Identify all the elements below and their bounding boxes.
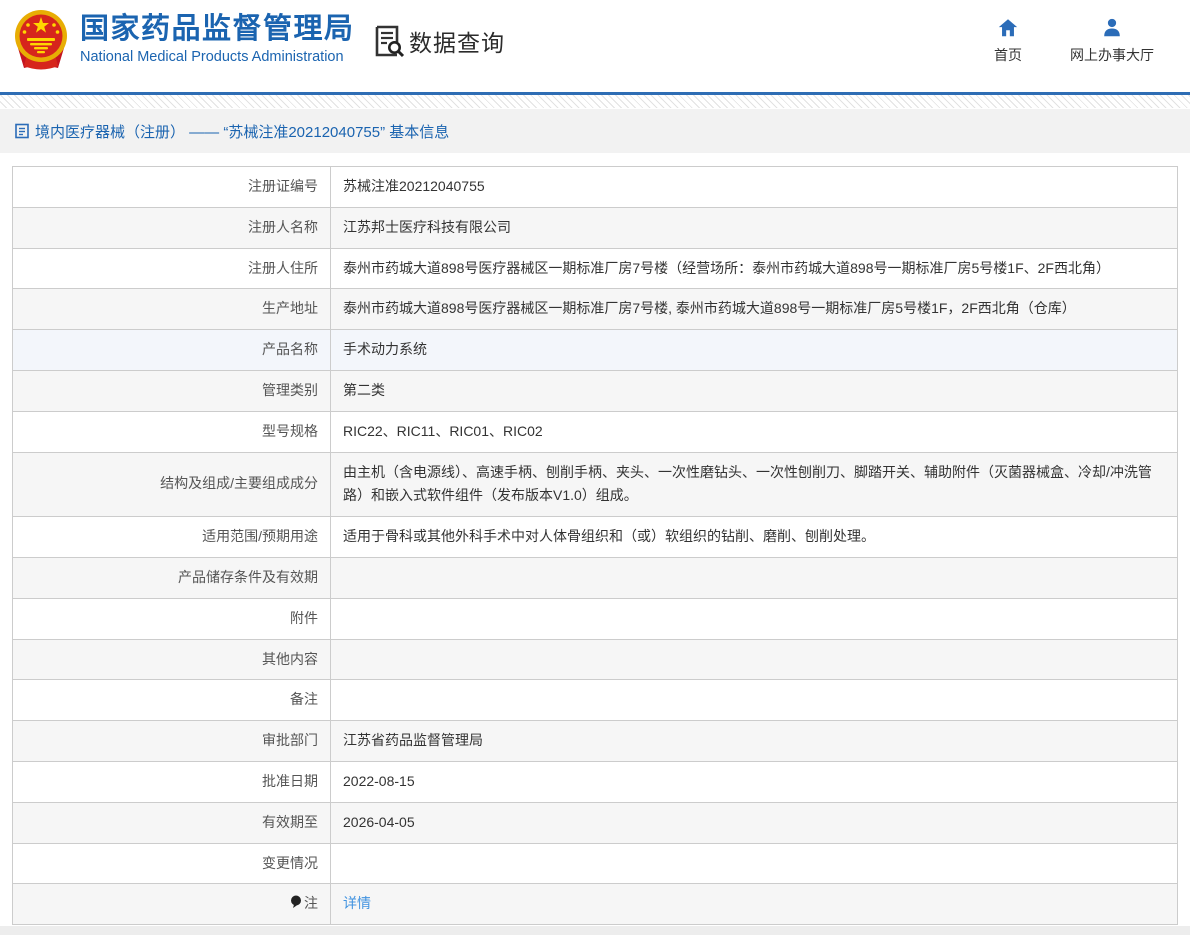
- nav-home-label: 首页: [994, 45, 1022, 65]
- row-label-text: 变更情况: [262, 855, 318, 871]
- row-label-text: 注: [304, 895, 318, 911]
- table-row: 产品名称手术动力系统: [13, 330, 1178, 371]
- row-label: 产品储存条件及有效期: [13, 557, 331, 598]
- table-row: 管理类别第二类: [13, 370, 1178, 411]
- row-label: 变更情况: [13, 843, 331, 884]
- row-label: 注册人名称: [13, 207, 331, 248]
- site-title-block: 国家药品监督管理局 National Medical Products Admi…: [80, 13, 355, 65]
- row-label: 审批部门: [13, 721, 331, 762]
- row-label-text: 结构及组成/主要组成成分: [160, 475, 318, 491]
- row-value: 手术动力系统: [331, 330, 1178, 371]
- row-label: 适用范围/预期用途: [13, 517, 331, 558]
- table-row: 变更情况: [13, 843, 1178, 884]
- table-row: 注册人名称江苏邦士医疗科技有限公司: [13, 207, 1178, 248]
- data-query-header: 数据查询: [373, 24, 505, 58]
- person-icon: [1101, 17, 1123, 39]
- table-row: 注册证编号苏械注准20212040755: [13, 167, 1178, 208]
- table-row: 其他内容: [13, 639, 1178, 680]
- row-value: [331, 843, 1178, 884]
- breadcrumb: 境内医疗器械（注册） —— “苏械注准20212040755” 基本信息: [0, 109, 1190, 153]
- row-label-text: 产品名称: [262, 341, 318, 357]
- row-value: 适用于骨科或其他外科手术中对人体骨组织和（或）软组织的钻削、磨削、刨削处理。: [331, 517, 1178, 558]
- site-title: 国家药品监督管理局: [80, 13, 355, 46]
- row-label-text: 型号规格: [262, 423, 318, 439]
- row-value: 详情: [331, 884, 1178, 925]
- row-label: 注册人住所: [13, 248, 331, 289]
- table-row: 生产地址泰州市药城大道898号医疗器械区一期标准厂房7号楼, 泰州市药城大道89…: [13, 289, 1178, 330]
- breadcrumb-text: 境内医疗器械（注册） —— “苏械注准20212040755” 基本信息: [35, 121, 449, 142]
- table-row: 审批部门江苏省药品监督管理局: [13, 721, 1178, 762]
- row-label-text: 批准日期: [262, 773, 318, 789]
- registration-info-section: 注册证编号苏械注准20212040755注册人名称江苏邦士医疗科技有限公司注册人…: [0, 153, 1190, 925]
- row-label: 注册证编号: [13, 167, 331, 208]
- table-row: 批准日期 2022-08-15: [13, 761, 1178, 802]
- row-label-text: 其他内容: [262, 651, 318, 667]
- row-label: 生产地址: [13, 289, 331, 330]
- row-label-text: 有效期至: [262, 814, 318, 830]
- row-label-text: 注册人名称: [248, 219, 318, 235]
- table-row: 附件: [13, 598, 1178, 639]
- row-label-text: 注册人住所: [248, 260, 318, 276]
- row-label-text: 产品储存条件及有效期: [178, 569, 318, 585]
- row-label: 其他内容: [13, 639, 331, 680]
- hatch-pattern-band: [0, 95, 1190, 108]
- row-value: 泰州市药城大道898号医疗器械区一期标准厂房7号楼（经营场所：泰州市药城大道89…: [331, 248, 1178, 289]
- page-header: 国家药品监督管理局 National Medical Products Admi…: [0, 0, 1190, 92]
- row-value: 苏械注准20212040755: [331, 167, 1178, 208]
- row-label-text: 审批部门: [262, 732, 318, 748]
- header-nav: 首页 网上办事大厅: [994, 17, 1154, 65]
- info-table-body: 注册证编号苏械注准20212040755注册人名称江苏邦士医疗科技有限公司注册人…: [13, 167, 1178, 925]
- row-value: 泰州市药城大道898号医疗器械区一期标准厂房7号楼, 泰州市药城大道898号一期…: [331, 289, 1178, 330]
- row-label: 备注: [13, 680, 331, 721]
- table-row: 备注: [13, 680, 1178, 721]
- row-label: 注: [13, 884, 331, 925]
- table-row: 型号规格 RIC22、RIC11、RIC01、RIC02: [13, 411, 1178, 452]
- row-label: 有效期至: [13, 802, 331, 843]
- row-label: 型号规格: [13, 411, 331, 452]
- row-value: 江苏邦士医疗科技有限公司: [331, 207, 1178, 248]
- row-label-text: 生产地址: [262, 300, 318, 316]
- row-value: [331, 639, 1178, 680]
- row-value: 2026-04-05: [331, 802, 1178, 843]
- page-bottom-strip: [0, 926, 1190, 935]
- national-emblem-logo: [10, 8, 72, 72]
- row-value: 江苏省药品监督管理局: [331, 721, 1178, 762]
- balloon-note-icon: [290, 895, 302, 909]
- detail-link[interactable]: 详情: [343, 895, 371, 911]
- nav-online-hall-label: 网上办事大厅: [1070, 45, 1154, 65]
- row-label-text: 附件: [290, 610, 318, 626]
- form-list-icon: [14, 123, 30, 139]
- row-label-text: 管理类别: [262, 382, 318, 398]
- table-row: 结构及组成/主要组成成分由主机（含电源线）、高速手柄、刨削手柄、夹头、一次性磨钻…: [13, 452, 1178, 517]
- row-label-text: 注册证编号: [248, 178, 318, 194]
- document-search-icon: [373, 24, 405, 58]
- table-row: 产品储存条件及有效期: [13, 557, 1178, 598]
- row-label: 附件: [13, 598, 331, 639]
- row-value: [331, 557, 1178, 598]
- table-row: 注册人住所泰州市药城大道898号医疗器械区一期标准厂房7号楼（经营场所：泰州市药…: [13, 248, 1178, 289]
- registration-info-table: 注册证编号苏械注准20212040755注册人名称江苏邦士医疗科技有限公司注册人…: [12, 166, 1178, 925]
- row-value: [331, 598, 1178, 639]
- nav-home[interactable]: 首页: [994, 17, 1022, 65]
- row-label: 结构及组成/主要组成成分: [13, 452, 331, 517]
- row-value: 第二类: [331, 370, 1178, 411]
- row-value: RIC22、RIC11、RIC01、RIC02: [331, 411, 1178, 452]
- table-row: 注 详情: [13, 884, 1178, 925]
- row-value: [331, 680, 1178, 721]
- site-subtitle: National Medical Products Administration: [80, 49, 355, 65]
- row-value: 2022-08-15: [331, 761, 1178, 802]
- data-query-label: 数据查询: [409, 24, 505, 58]
- nav-online-hall[interactable]: 网上办事大厅: [1070, 17, 1154, 65]
- row-label: 产品名称: [13, 330, 331, 371]
- row-label-text: 适用范围/预期用途: [202, 528, 318, 544]
- row-label: 批准日期: [13, 761, 331, 802]
- table-row: 适用范围/预期用途适用于骨科或其他外科手术中对人体骨组织和（或）软组织的钻削、磨…: [13, 517, 1178, 558]
- row-value: 由主机（含电源线）、高速手柄、刨削手柄、夹头、一次性磨钻头、一次性刨削刀、脚踏开…: [331, 452, 1178, 517]
- row-label: 管理类别: [13, 370, 331, 411]
- row-label-text: 备注: [290, 691, 318, 707]
- home-icon: [997, 17, 1019, 39]
- table-row: 有效期至 2026-04-05: [13, 802, 1178, 843]
